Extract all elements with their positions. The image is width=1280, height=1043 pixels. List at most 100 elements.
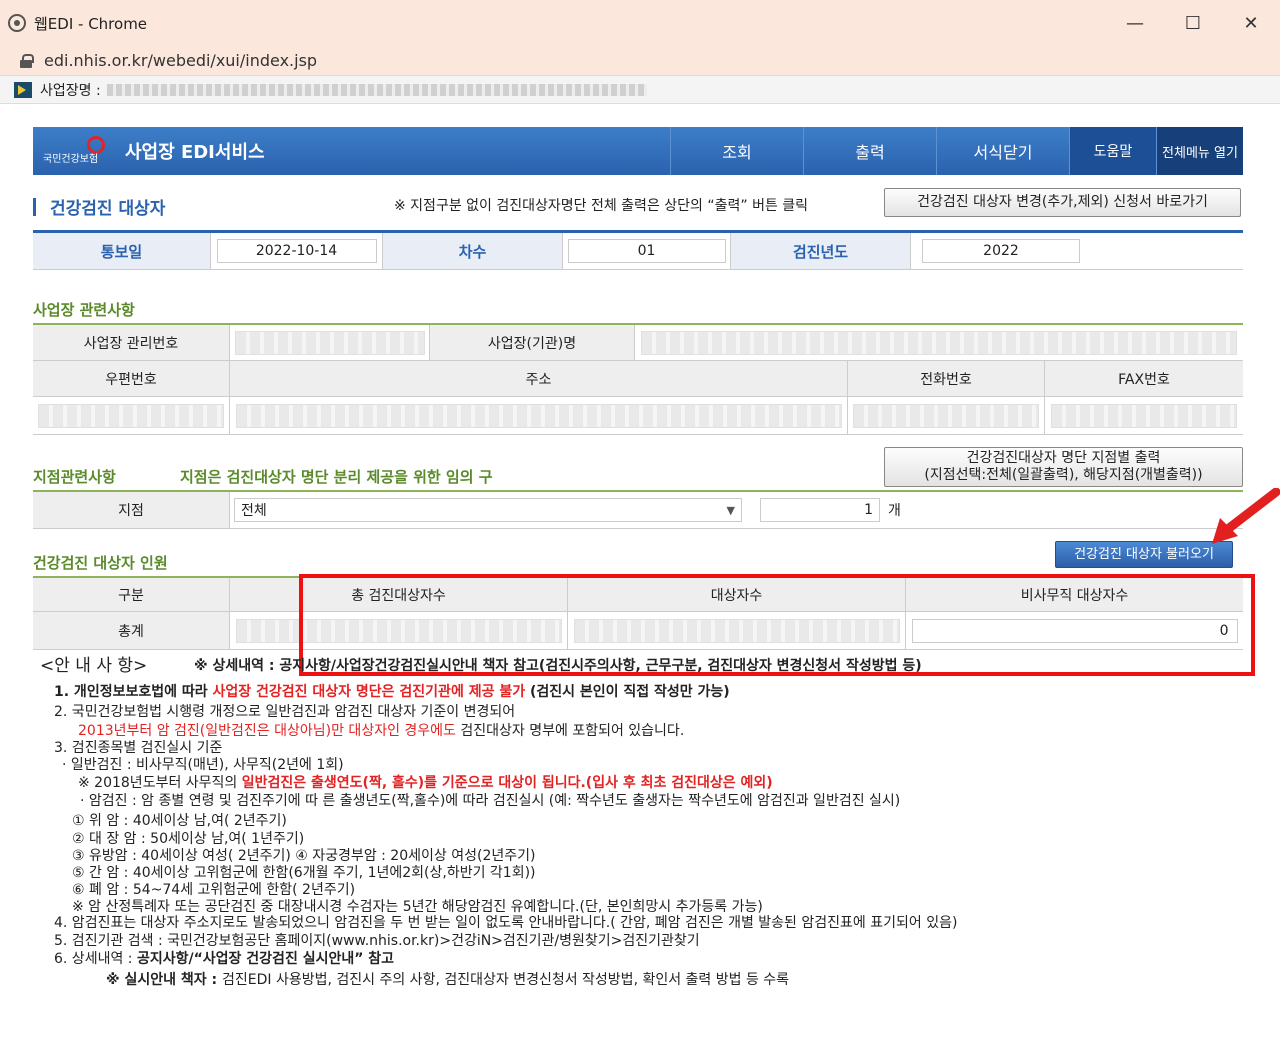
guide-3b2: 일반검진은 출생연도(짝, 홀수)를 기준으로 대상이 됩니다.(입사 후 최초…	[242, 775, 773, 791]
guide-2b-red: 2013년부터 암 검진(일반검진은 대상아님)만 대상자인 경우에도	[78, 723, 456, 739]
fax-field[interactable]	[1051, 404, 1237, 428]
row-total-label: 총계	[33, 612, 230, 649]
branch-count-unit: 개	[888, 500, 901, 520]
red-arrow-icon	[1210, 488, 1280, 548]
headcount-section-title: 건강검진 대상자 인원	[33, 552, 168, 573]
mgmt-no-label: 사업장 관리번호	[33, 325, 230, 360]
guide-heading-detail: ※ 상세내역 : 공지사항/사업장건강검진실시안내 책자 참고(검진시주의사항,…	[194, 658, 922, 675]
nav-print[interactable]: 출력	[803, 127, 936, 175]
app-logo-icon	[14, 82, 32, 98]
guide-line-4: 4. 암검진표는 대상자 주소지로도 발송되었으니 암검진을 두 번 받는 일이…	[54, 915, 957, 932]
zip-cell	[33, 397, 230, 434]
zip-field[interactable]	[38, 404, 224, 428]
col-category: 구분	[33, 578, 230, 611]
guide-1c: (검진시 본인이 직접 작성만 가능)	[525, 684, 730, 700]
print-notice: ※ 지점구분 없이 검진대상자명단 전체 출력은 상단의 “출력” 버튼 클릭	[394, 195, 808, 215]
window-title: 웹EDI - Chrome	[34, 13, 147, 34]
nav-all-menu[interactable]: 전체메뉴 열기	[1156, 127, 1243, 175]
branch-label: 지점	[33, 492, 230, 528]
business-section-title: 사업장 관련사항	[33, 299, 135, 320]
branch-count-field[interactable]: 1	[760, 498, 880, 522]
business-bar: 사업장명 :	[0, 76, 1280, 104]
business-name-label: 사업장명 :	[40, 80, 101, 100]
minimize-button[interactable]: —	[1106, 0, 1164, 46]
nav-search[interactable]: 조회	[670, 127, 803, 175]
branch-print-button-line1: 건강검진대상자 명단 지점별 출력	[967, 450, 1161, 467]
guide-line-6: 6. 상세내역 : 공지사항/“사업장 건강검진 실시안내” 참고	[54, 951, 394, 968]
title-bar	[33, 198, 36, 216]
chevron-down-icon: ▼	[727, 504, 735, 517]
business-row-3	[33, 397, 1243, 435]
branch-count-cell: 1 개	[750, 492, 950, 528]
biz-name-cell	[635, 325, 1243, 360]
url-text[interactable]: edi.nhis.or.kr/webedi/xui/index.jsp	[44, 51, 317, 70]
window-titlebar: 웹EDI - Chrome — ☐ ✕	[0, 0, 1280, 46]
guide-3b1: ※ 2018년도부터 사무직의	[78, 775, 242, 791]
close-button[interactable]: ✕	[1222, 0, 1280, 46]
branch-print-button-line2: (지점선택:전체(일괄출력), 해당지점(개별출력))	[924, 467, 1202, 484]
notice-date-label: 통보일	[33, 233, 211, 269]
branch-section-title: 지점관련사항	[33, 466, 116, 487]
notice-date-cell: 2022-10-14	[211, 233, 383, 269]
chrome-app-icon	[8, 14, 26, 32]
guide-line-5: 5. 검진기관 검색 : 국민건강보험공단 홈페이지(www.nhis.or.k…	[54, 933, 700, 950]
maximize-button[interactable]: ☐	[1164, 0, 1222, 46]
address-cell	[230, 397, 848, 434]
business-row-1: 사업장 관리번호 사업장(기관)명	[33, 325, 1243, 361]
guide-line-3: 3. 검진종목별 검진실시 기준	[54, 740, 222, 757]
address-label: 주소	[230, 361, 848, 396]
phone-label: 전화번호	[848, 361, 1045, 396]
page-title: 건강검진 대상자	[33, 194, 165, 219]
notice-date-field[interactable]: 2022-10-14	[217, 239, 377, 263]
guide-line-3c: · 암검진 : 암 종별 연령 및 검진주기에 따 른 출생년도(짝,홀수)에 …	[80, 793, 900, 810]
fax-label: FAX번호	[1045, 361, 1243, 396]
edi-header: 국민건강보험 사업장 EDI서비스 조회 출력 서식닫기 도움말 전체메뉴 열기	[33, 127, 1243, 175]
address-bar[interactable]: edi.nhis.or.kr/webedi/xui/index.jsp	[0, 46, 1280, 76]
brand-name: 사업장 EDI서비스	[125, 138, 265, 164]
guide-2b: 검진대상자 명부에 포함되어 있습니다.	[456, 723, 684, 739]
business-row-2: 우편번호 주소 전화번호 FAX번호	[33, 361, 1243, 397]
mgmt-no-field[interactable]	[235, 331, 425, 355]
nhis-logo: 국민건강보험	[43, 138, 105, 164]
guide-1a: 1. 개인정보보호법에 따라	[54, 684, 212, 700]
guide-7a: ※ 실시안내 책자 :	[106, 972, 222, 988]
guide-line-2: 2. 국민건강보험법 시행령 개정으로 일반검진과 암검진 대상자 기준이 변경…	[54, 704, 515, 721]
round-field[interactable]: 01	[568, 239, 726, 263]
guide-cancer-2: ② 대 장 암 : 50세이상 남,여( 1년주기)	[72, 831, 304, 848]
branch-select[interactable]: 전체 ▼	[234, 498, 742, 522]
guide-6a: 6. 상세내역 :	[54, 951, 137, 967]
guide-cancer-5: ⑤ 간 암 : 40세이상 고위험군에 한함(6개월 주기, 1년에2회(상,하…	[72, 865, 536, 882]
guide-heading: <안 내 사 항>	[40, 658, 147, 675]
branch-note: 지점은 검진대상자 명단 분리 제공을 위한 임의 구	[180, 466, 493, 487]
mgmt-no-cell	[230, 325, 430, 360]
guide-line-2b: 2013년부터 암 검진(일반검진은 대상아님)만 대상자인 경우에도 검진대상…	[78, 723, 684, 740]
page-title-text: 건강검진 대상자	[50, 194, 165, 219]
guide-line-3b: ※ 2018년도부터 사무직의 일반검진은 출생연도(짝, 홀수)를 기준으로 …	[78, 775, 773, 792]
load-targets-button[interactable]: 건강검진 대상자 불러오기	[1055, 541, 1233, 568]
brand: 국민건강보험 사업장 EDI서비스	[33, 127, 670, 175]
branch-print-button[interactable]: 건강검진대상자 명단 지점별 출력 (지점선택:전체(일괄출력), 해당지점(개…	[884, 447, 1243, 487]
biz-name-field[interactable]	[641, 331, 1237, 355]
round-cell: 01	[563, 233, 731, 269]
guide-cancer-7: ※ 암 산정특례자 또는 공단검진 중 대장내시경 수검자는 5년간 해당암검진…	[72, 899, 763, 916]
year-label: 검진년도	[731, 233, 911, 269]
phone-cell	[848, 397, 1045, 434]
guide-1b: 사업장 건강검진 대상자 명단은 검진기관에 제공 불가	[212, 684, 525, 700]
guide-line-7: ※ 실시안내 책자 : 검진EDI 사용방법, 검진시 주의 사항, 검진대상자…	[106, 972, 789, 989]
phone-field[interactable]	[853, 404, 1039, 428]
biz-name-label: 사업장(기관)명	[430, 325, 635, 360]
info-row: 통보일 2022-10-14 차수 01 검진년도 2022	[33, 233, 1243, 270]
business-name-redacted	[107, 84, 647, 96]
guide-cancer-3: ③ 유방암 : 40세이상 여성( 2년주기) ④ 자궁경부암 : 20세이상 …	[72, 848, 535, 865]
year-cell: 2022	[911, 233, 1091, 269]
guide-cancer-6: ⑥ 폐 암 : 54~74세 고위험군에 한함( 2년주기)	[72, 882, 355, 899]
address-field[interactable]	[236, 404, 842, 428]
nav-close-form[interactable]: 서식닫기	[936, 127, 1069, 175]
year-field[interactable]: 2022	[922, 239, 1080, 263]
round-label: 차수	[383, 233, 563, 269]
nav-help[interactable]: 도움말	[1069, 127, 1156, 175]
change-request-button[interactable]: 건강검진 대상자 변경(추가,제외) 신청서 바로가기	[884, 188, 1241, 217]
guide-line-3a: · 일반검진 : 비사무직(매년), 사무직(2년에 1회)	[62, 757, 344, 774]
lock-icon	[20, 54, 32, 68]
branch-select-cell: 전체 ▼	[230, 492, 750, 528]
